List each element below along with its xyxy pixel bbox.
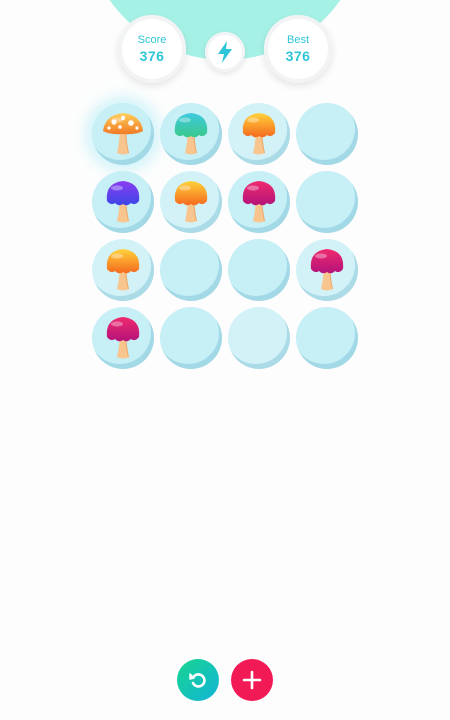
board-cell[interactable]: [296, 307, 358, 369]
board-cell[interactable]: [160, 103, 222, 165]
power-badge[interactable]: [205, 32, 245, 72]
orange-mushroom-icon: [174, 181, 208, 223]
add-button[interactable]: [231, 659, 273, 701]
board-cell[interactable]: [92, 103, 154, 165]
lightning-bolt-icon: [218, 41, 232, 63]
board-cell[interactable]: [228, 103, 290, 165]
board-cell[interactable]: [228, 239, 290, 301]
magenta-mushroom-icon: [106, 317, 140, 359]
score-badge: Score 376: [118, 15, 186, 83]
undo-icon: [189, 673, 206, 688]
orange-mushroom-icon: [106, 249, 140, 291]
best-badge: Best 376: [264, 15, 332, 83]
board-cell[interactable]: [160, 307, 222, 369]
magenta-mushroom-icon: [310, 249, 344, 291]
board-cell[interactable]: [92, 171, 154, 233]
board-cell[interactable]: [296, 103, 358, 165]
board-cell[interactable]: [228, 171, 290, 233]
board-cell[interactable]: [92, 239, 154, 301]
board-cell[interactable]: [160, 171, 222, 233]
best-value: 376: [285, 47, 311, 64]
undo-button[interactable]: [177, 659, 219, 701]
plus-icon: [242, 670, 262, 690]
game-board: [92, 103, 358, 369]
board-cell[interactable]: [228, 307, 290, 369]
spotted-orange-mushroom-icon: [103, 113, 143, 155]
magenta-mushroom-icon: [242, 181, 276, 223]
board-cell[interactable]: [296, 239, 358, 301]
score-label: Score: [137, 33, 167, 46]
board-cell[interactable]: [296, 171, 358, 233]
orange-mushroom-icon: [242, 113, 276, 155]
board-cell[interactable]: [92, 307, 154, 369]
best-label: Best: [286, 33, 309, 46]
purple-mushroom-icon: [106, 181, 140, 223]
score-value: 376: [139, 47, 165, 64]
board-cell[interactable]: [160, 239, 222, 301]
teal-green-mushroom-icon: [174, 113, 208, 155]
